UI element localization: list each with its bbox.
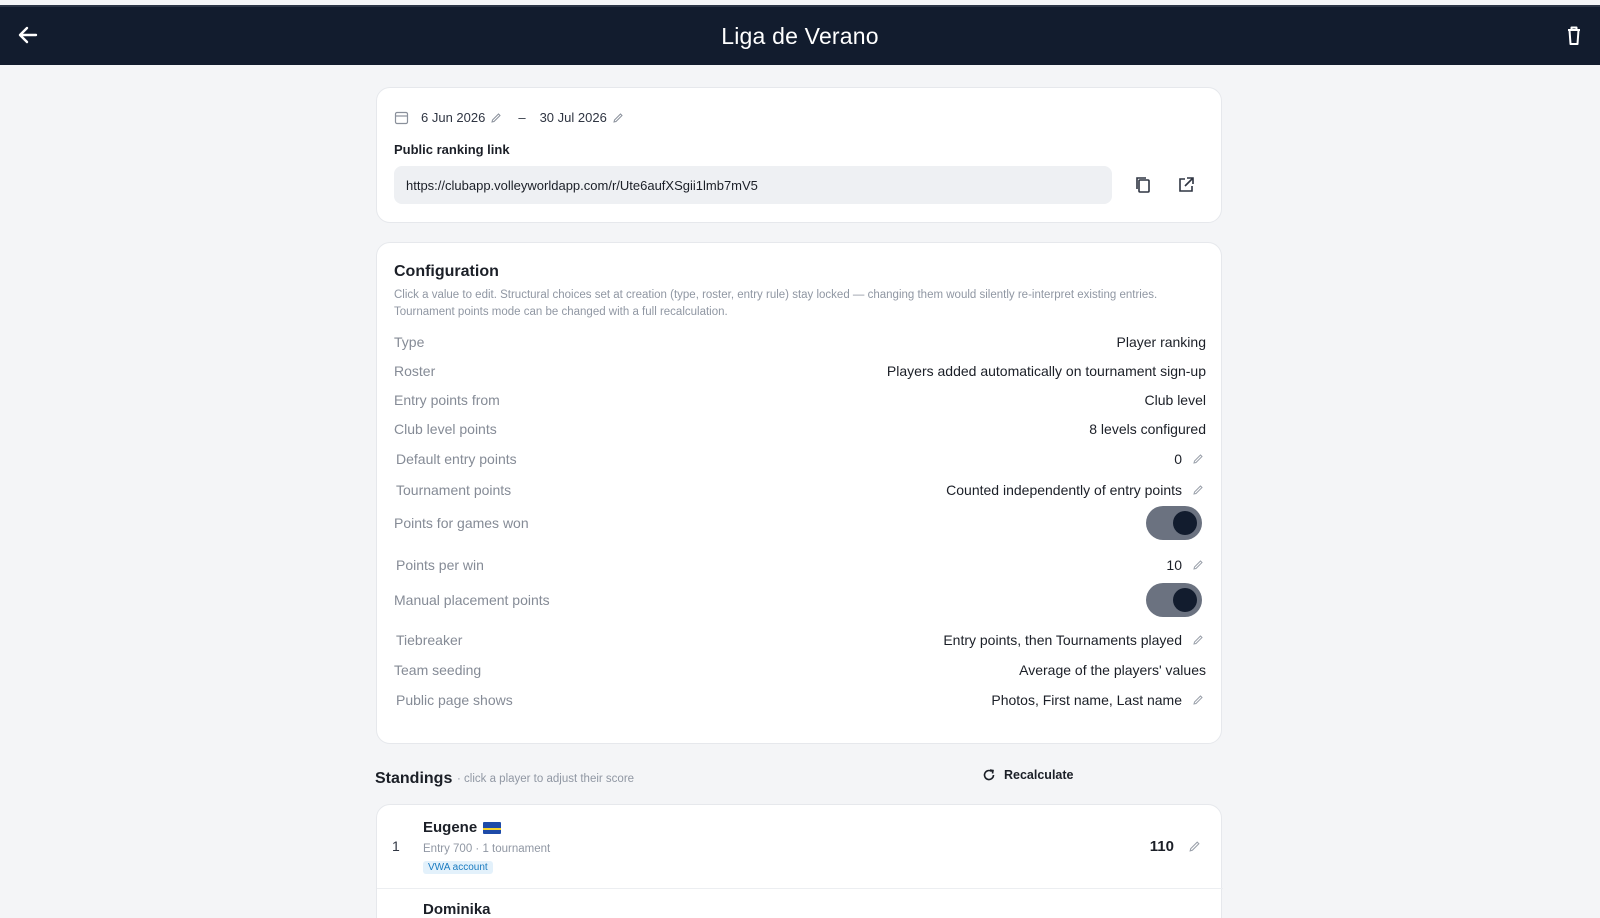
config-value: Players added automatically on tournamen… bbox=[886, 363, 1206, 379]
config-value-wrap: 10 bbox=[1166, 557, 1206, 573]
edit-score-icon[interactable] bbox=[1188, 840, 1201, 853]
config-label: Points per win bbox=[396, 557, 484, 573]
start-date[interactable]: 6 Jun 2026 bbox=[421, 110, 485, 125]
standings-hint: · click a player to adjust their score bbox=[457, 773, 635, 785]
config-label: Public page shows bbox=[396, 692, 513, 708]
link-card: 6 Jun 2026 – 30 Jul 2026 Public ranking … bbox=[376, 87, 1222, 223]
recalculate-button[interactable]: Recalculate bbox=[982, 768, 1073, 782]
trash-icon bbox=[1568, 26, 1580, 45]
standings-title: Standings bbox=[375, 770, 453, 787]
config-row-type: Type Player ranking bbox=[394, 331, 1206, 353]
config-value: Player ranking bbox=[1116, 334, 1207, 350]
config-row-roster: Roster Players added automatically on to… bbox=[394, 360, 1206, 382]
config-value: Entry points, then Tournaments played bbox=[943, 632, 1182, 648]
config-label: Roster bbox=[394, 363, 436, 379]
row-divider bbox=[377, 888, 1223, 889]
edit-start-date-icon[interactable] bbox=[490, 112, 502, 124]
calendar-icon bbox=[394, 111, 409, 125]
delete-button[interactable] bbox=[1560, 21, 1588, 49]
refresh-icon bbox=[983, 769, 995, 781]
public-link-input[interactable] bbox=[394, 166, 1112, 204]
end-date[interactable]: 30 Jul 2026 bbox=[540, 110, 607, 125]
config-value: Counted independently of entry points bbox=[946, 482, 1182, 498]
config-row-public-page-shows[interactable]: Public page shows Photos, First name, La… bbox=[394, 689, 1206, 711]
vwa-account-badge: VWA account bbox=[423, 861, 493, 874]
config-row-tournament-points[interactable]: Tournament points Counted independently … bbox=[394, 479, 1206, 501]
player-name: Dominika bbox=[423, 901, 491, 918]
manual-placement-points-toggle[interactable] bbox=[1146, 583, 1202, 617]
config-value: 8 levels configured bbox=[1089, 421, 1206, 437]
flag-icon bbox=[483, 821, 502, 834]
config-row-default-entry-points[interactable]: Default entry points 0 bbox=[394, 448, 1206, 470]
config-value: 10 bbox=[1166, 557, 1182, 573]
player-name: Eugene bbox=[423, 819, 478, 836]
configuration-title: Configuration bbox=[394, 263, 499, 280]
config-label: Entry points from bbox=[394, 392, 500, 408]
config-label: Type bbox=[394, 334, 425, 350]
config-row-points-for-games-won: Points for games won bbox=[394, 506, 1206, 540]
config-value-wrap: Entry points, then Tournaments played bbox=[943, 632, 1206, 648]
copy-icon bbox=[1136, 177, 1150, 193]
config-value: Club level bbox=[1144, 392, 1206, 408]
public-link-label: Public ranking link bbox=[394, 142, 510, 157]
player-score: 110 bbox=[1149, 838, 1174, 855]
edit-pencil-icon[interactable] bbox=[1192, 484, 1204, 496]
edit-pencil-icon[interactable] bbox=[1192, 634, 1204, 646]
edit-end-date-icon[interactable] bbox=[612, 112, 624, 124]
player-score-wrap: 110 bbox=[1150, 838, 1201, 855]
player-rank: 1 bbox=[392, 838, 400, 854]
edit-pencil-icon[interactable] bbox=[1192, 694, 1204, 706]
config-row-tiebreaker[interactable]: Tiebreaker Entry points, then Tournament… bbox=[394, 629, 1206, 651]
recalculate-label: Recalculate bbox=[1004, 768, 1074, 782]
config-value-wrap: Counted independently of entry points bbox=[946, 482, 1206, 498]
config-row-entry-points-from: Entry points from Club level bbox=[394, 389, 1206, 411]
open-in-new-icon bbox=[1179, 177, 1194, 192]
player-meta: Entry 700 · 1 tournament bbox=[423, 843, 551, 855]
copy-link-button[interactable] bbox=[1129, 171, 1157, 199]
config-value-wrap: Photos, First name, Last name bbox=[991, 692, 1206, 708]
config-label: Club level points bbox=[394, 421, 497, 437]
config-row-team-seeding: Team seeding Average of the players' val… bbox=[394, 659, 1206, 681]
toggle-knob bbox=[1173, 511, 1197, 535]
date-range: 6 Jun 2026 – 30 Jul 2026 bbox=[394, 110, 624, 125]
config-value: Average of the players' values bbox=[1019, 662, 1206, 678]
config-label: Default entry points bbox=[396, 451, 517, 467]
config-label: Manual placement points bbox=[394, 592, 550, 608]
edit-pencil-icon[interactable] bbox=[1192, 453, 1204, 465]
configuration-description: Click a value to edit. Structural choice… bbox=[394, 289, 1158, 318]
page-title: Liga de Verano bbox=[721, 22, 879, 49]
standings-card: 1 Eugene Entry 700 · 1 tournament VWA ac… bbox=[376, 804, 1223, 918]
open-link-button[interactable] bbox=[1172, 171, 1200, 199]
config-label: Team seeding bbox=[394, 662, 482, 678]
player-name-wrap: Eugene bbox=[423, 819, 502, 836]
config-value-wrap: 0 bbox=[1174, 451, 1206, 467]
edit-pencil-icon[interactable] bbox=[1192, 559, 1204, 571]
arrow-left-icon bbox=[18, 26, 38, 44]
toggle-knob bbox=[1173, 588, 1197, 612]
config-value: 0 bbox=[1174, 451, 1182, 467]
config-label: Points for games won bbox=[394, 515, 529, 531]
points-for-games-won-toggle[interactable] bbox=[1146, 506, 1202, 540]
config-label: Tiebreaker bbox=[396, 632, 463, 648]
date-separator: – bbox=[518, 110, 526, 125]
app-bar: Liga de Verano bbox=[0, 5, 1600, 65]
config-row-points-per-win[interactable]: Points per win 10 bbox=[394, 554, 1206, 576]
config-value: Photos, First name, Last name bbox=[991, 692, 1182, 708]
config-label: Tournament points bbox=[396, 482, 512, 498]
configuration-card: Configuration Click a value to edit. Str… bbox=[376, 242, 1222, 744]
back-button[interactable] bbox=[14, 21, 42, 49]
config-row-manual-placement-points: Manual placement points bbox=[394, 583, 1206, 617]
config-row-club-level-points: Club level points 8 levels configured bbox=[394, 418, 1206, 440]
